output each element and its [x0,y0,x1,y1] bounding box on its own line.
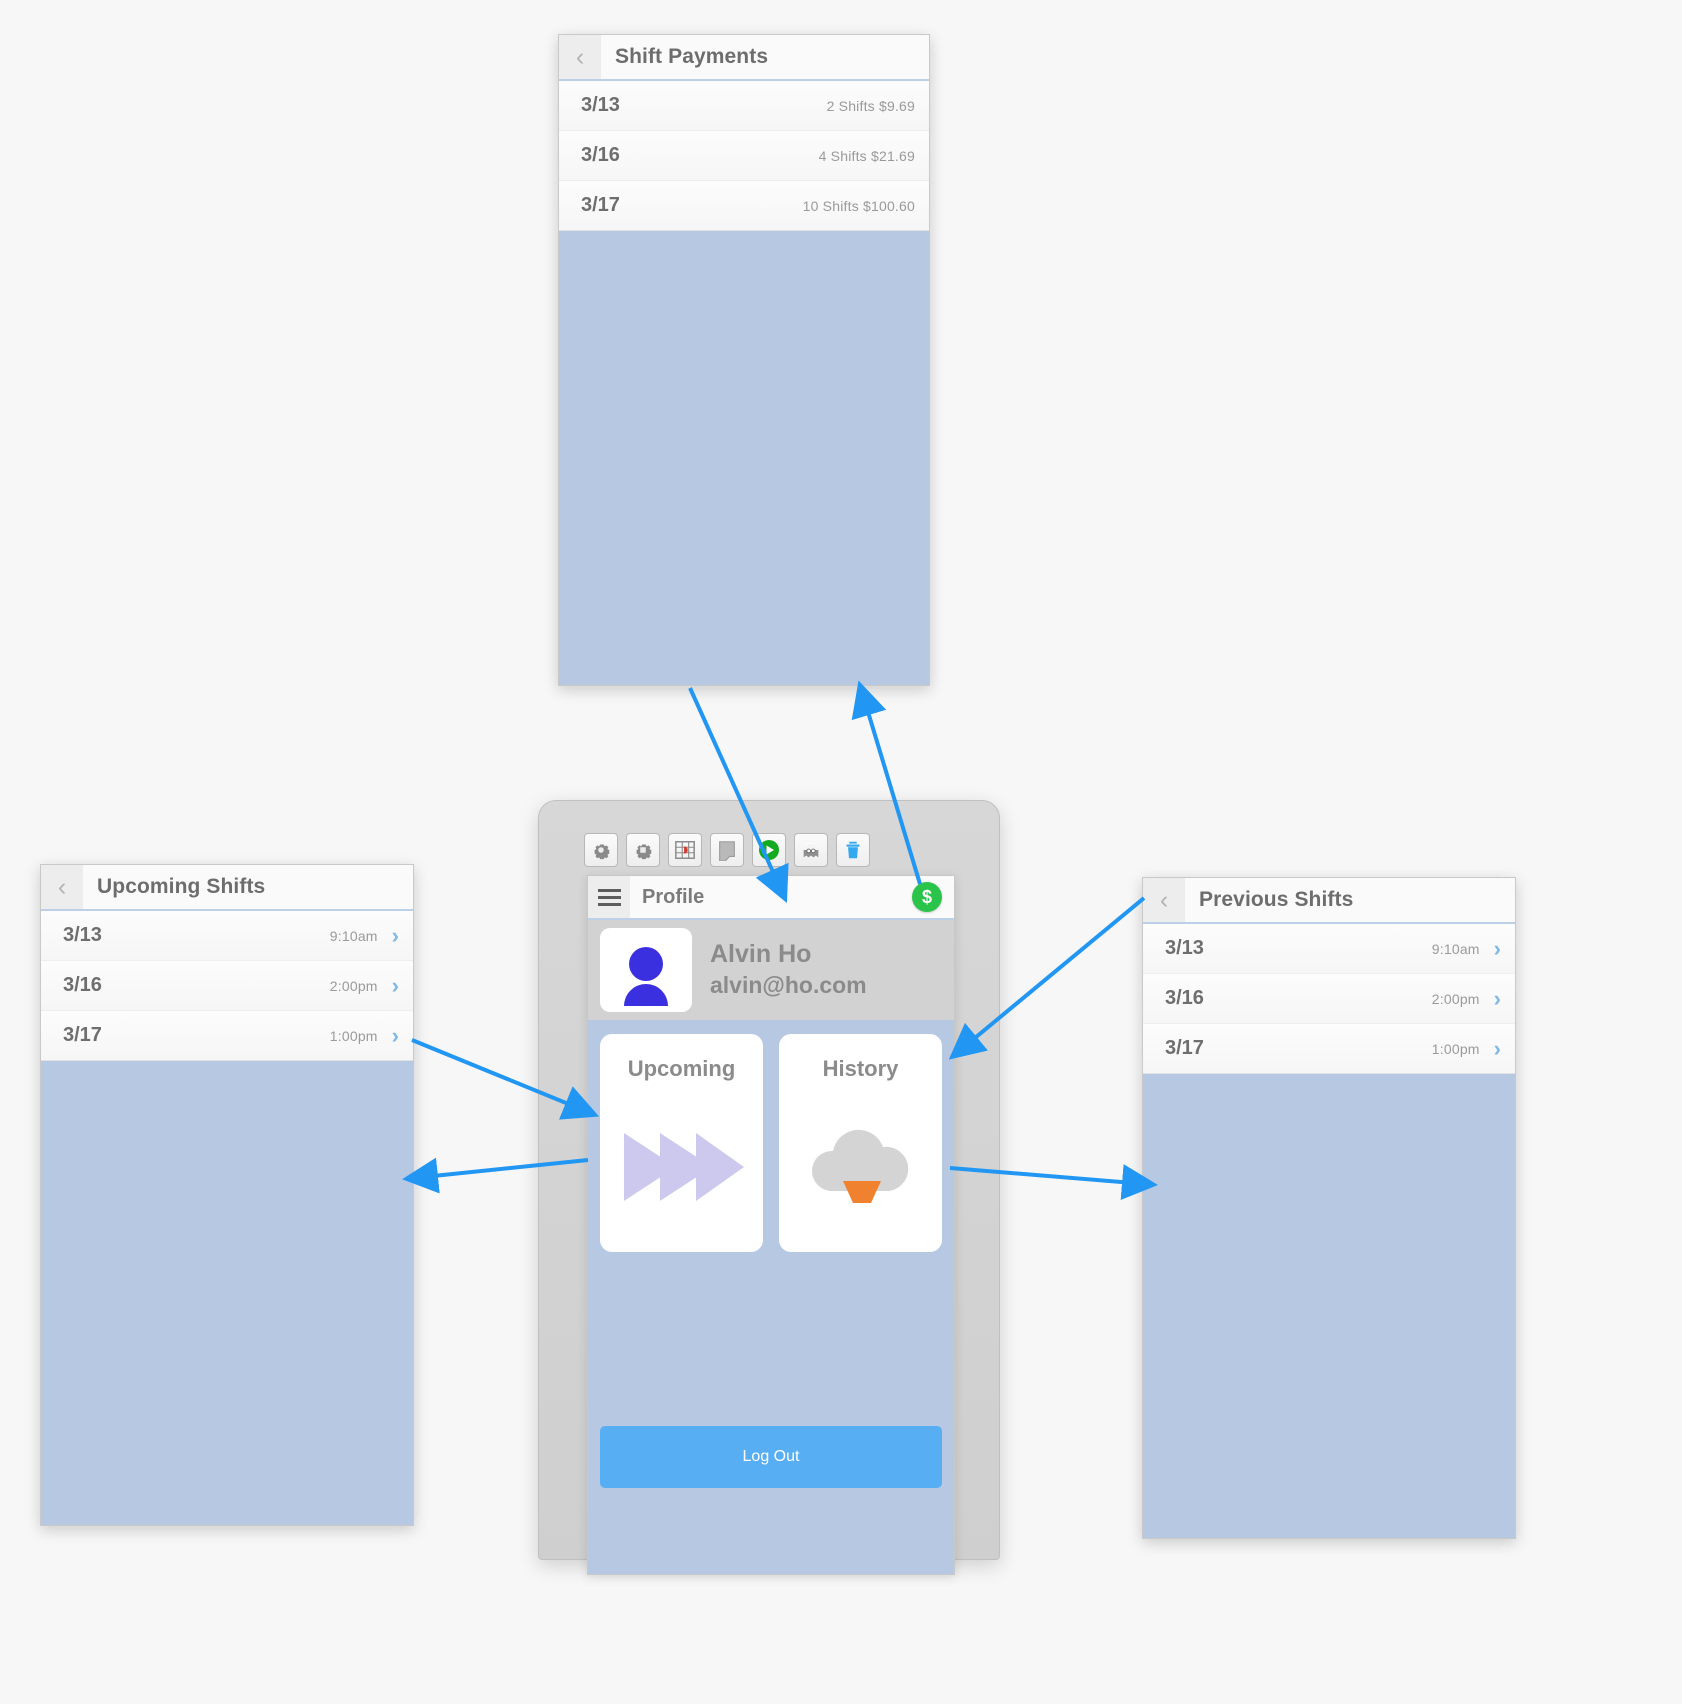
user-avatar-icon [600,928,692,1012]
row-amount: 10 Shifts $100.60 [802,197,915,214]
table-row[interactable]: 3/13 9:10am › [1143,924,1515,974]
money-badge[interactable]: $ [912,882,942,912]
chevron-left-icon[interactable]: ‹ [41,865,83,909]
row-time: 9:10am [329,927,378,944]
screen-upcoming-shifts[interactable]: ‹ Upcoming Shifts 3/13 9:10am › 3/16 2:0… [40,864,414,1526]
row-date: 3/17 [581,194,620,216]
row-date: 3/16 [581,144,620,166]
profile-text-block: Alvin Ho alvin@ho.com [692,939,867,1000]
editor-toolbar [584,833,870,867]
chevron-right-icon[interactable]: › [392,974,399,997]
row-time: 2:00pm [1431,990,1480,1007]
row-time: 9:10am [1431,940,1480,957]
phone-screen-profile[interactable]: Profile $ Alvin Ho alvin@ho.com Upcoming… [587,875,955,1575]
chevron-right-icon[interactable]: › [1494,987,1501,1010]
row-time: 1:00pm [1431,1040,1480,1057]
play-preview-icon[interactable] [752,833,786,867]
table-row[interactable]: 3/13 2 Shifts $9.69 [559,81,929,131]
grid-layout-icon[interactable] [668,833,702,867]
settings-gear-icon[interactable] [584,833,618,867]
card-history[interactable]: History [779,1034,942,1252]
profile-name: Alvin Ho [710,940,812,969]
screen-shift-payments[interactable]: ‹ Shift Payments 3/13 2 Shifts $9.69 3/1… [558,34,930,686]
profile-email: alvin@ho.com [710,971,867,998]
ghost-overlay-icon[interactable] [794,833,828,867]
row-date: 3/13 [581,94,620,116]
row-date: 3/17 [63,1024,102,1046]
row-time: 2:00pm [329,977,378,994]
row-date: 3/13 [1165,937,1204,959]
table-row[interactable]: 3/16 2:00pm › [1143,974,1515,1024]
shift-payments-title: Shift Payments [615,45,769,68]
delete-trash-icon[interactable] [836,833,870,867]
previous-shifts-list: 3/13 9:10am › 3/16 2:00pm › 3/17 1:00pm … [1143,924,1515,1074]
row-amount: 2 Shifts $9.69 [826,97,915,114]
row-date: 3/17 [1165,1037,1204,1059]
page-title: Profile [642,885,705,908]
table-row[interactable]: 3/17 10 Shifts $100.60 [559,181,929,231]
logout-button[interactable]: Log Out [600,1426,942,1488]
shift-payments-list: 3/13 2 Shifts $9.69 3/16 4 Shifts $21.69… [559,81,929,231]
cloud-upload-icon [779,1082,942,1252]
prototype-canvas: ‹ Shift Payments 3/13 2 Shifts $9.69 3/1… [0,0,1682,1704]
navigation-cards: Upcoming History [588,1020,954,1252]
hamburger-menu-icon[interactable] [588,876,630,918]
row-date: 3/16 [1165,987,1204,1009]
upcoming-shifts-title: Upcoming Shifts [97,875,266,898]
shift-payments-header: ‹ Shift Payments [559,35,929,81]
chevron-right-icon[interactable]: › [1494,937,1501,960]
preferences-gear-icon[interactable] [626,833,660,867]
card-upcoming-label: Upcoming [627,1056,736,1081]
row-amount: 4 Shifts $21.69 [818,147,915,164]
table-row[interactable]: 3/17 1:00pm › [1143,1024,1515,1074]
previous-shifts-title: Previous Shifts [1199,888,1354,911]
card-history-label: History [822,1056,899,1081]
table-row[interactable]: 3/16 2:00pm › [41,961,413,1011]
duplicate-screen-icon[interactable] [710,833,744,867]
table-row[interactable]: 3/16 4 Shifts $21.69 [559,131,929,181]
profile-info-block: Alvin Ho alvin@ho.com [588,920,954,1020]
row-date: 3/13 [63,924,102,946]
row-time: 1:00pm [329,1027,378,1044]
screen-previous-shifts[interactable]: ‹ Previous Shifts 3/13 9:10am › 3/16 2:0… [1142,877,1516,1539]
table-row[interactable]: 3/17 1:00pm › [41,1011,413,1061]
card-upcoming[interactable]: Upcoming [600,1034,763,1252]
chevron-right-icon[interactable]: › [392,924,399,947]
device-frame: Profile $ Alvin Ho alvin@ho.com Upcoming… [538,800,1000,1575]
fast-forward-icon [600,1082,763,1252]
upcoming-shifts-list: 3/13 9:10am › 3/16 2:00pm › 3/17 1:00pm … [41,911,413,1061]
previous-shifts-header: ‹ Previous Shifts [1143,878,1515,924]
chevron-right-icon[interactable]: › [392,1024,399,1047]
chevron-right-icon[interactable]: › [1494,1037,1501,1060]
chevron-left-icon[interactable]: ‹ [1143,878,1185,922]
row-date: 3/16 [63,974,102,996]
table-row[interactable]: 3/13 9:10am › [41,911,413,961]
profile-header: Profile $ [588,876,954,920]
chevron-left-icon[interactable]: ‹ [559,35,601,79]
upcoming-shifts-header: ‹ Upcoming Shifts [41,865,413,911]
